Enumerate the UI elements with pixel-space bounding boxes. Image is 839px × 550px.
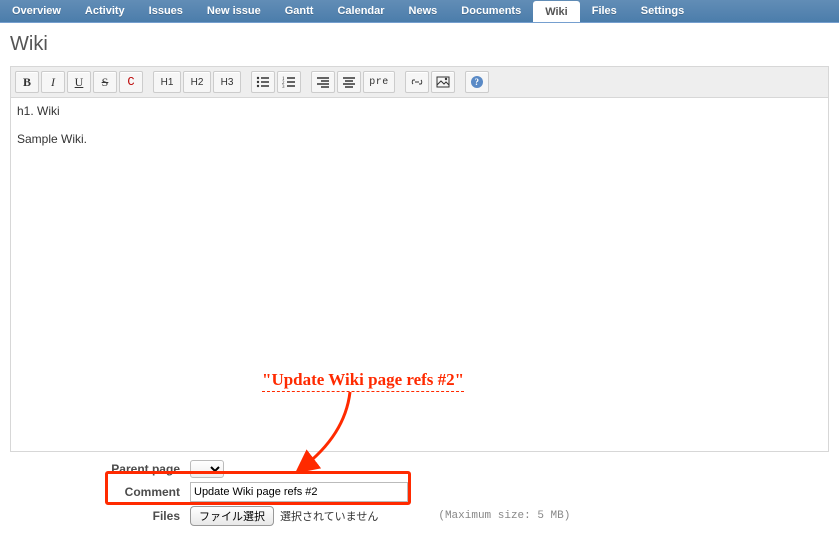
bold-button[interactable]: B xyxy=(15,71,39,93)
comment-input[interactable] xyxy=(190,482,408,502)
image-button[interactable] xyxy=(431,71,455,93)
files-label: Files xyxy=(10,509,190,523)
ol-icon: 123 xyxy=(282,75,296,89)
ul-icon xyxy=(256,75,270,89)
svg-text:?: ? xyxy=(475,77,480,87)
tab-new-issue[interactable]: New issue xyxy=(195,0,273,22)
svg-text:3: 3 xyxy=(282,85,285,89)
align-center-icon xyxy=(342,75,356,89)
comment-label: Comment xyxy=(10,485,190,499)
project-tabs: OverviewActivityIssuesNew issueGanttCale… xyxy=(0,0,839,23)
wiki-editor: BIUSC H1H2H3 123 pre? xyxy=(10,66,829,452)
tab-documents[interactable]: Documents xyxy=(449,0,533,22)
tab-issues[interactable]: Issues xyxy=(137,0,195,22)
tab-calendar[interactable]: Calendar xyxy=(325,0,396,22)
parent-page-select[interactable] xyxy=(190,460,224,478)
file-size-hint: (Maximum size: 5 MB) xyxy=(438,510,570,522)
image-icon xyxy=(436,75,450,89)
inline-code-button[interactable]: C xyxy=(119,71,143,93)
toolbar-group: H1H2H3 xyxy=(153,71,241,93)
toolbar-group: pre xyxy=(311,71,395,93)
link-button[interactable] xyxy=(405,71,429,93)
wiki-content-textarea[interactable] xyxy=(11,98,828,448)
help-icon: ? xyxy=(470,75,484,89)
tab-news[interactable]: News xyxy=(397,0,450,22)
align-center-button[interactable] xyxy=(337,71,361,93)
file-status-text: 選択されていません xyxy=(280,508,378,524)
heading2-button[interactable]: H2 xyxy=(183,71,211,93)
toolbar-group: BIUSC xyxy=(15,71,143,93)
heading3-button[interactable]: H3 xyxy=(213,71,241,93)
unordered-list-button[interactable] xyxy=(251,71,275,93)
ordered-list-button[interactable]: 123 xyxy=(277,71,301,93)
tab-files[interactable]: Files xyxy=(580,0,629,22)
underline-button[interactable]: U xyxy=(67,71,91,93)
preformatted-button[interactable]: pre xyxy=(363,71,395,93)
heading1-button[interactable]: H1 xyxy=(153,71,181,93)
parent-page-label: Parent page xyxy=(10,462,190,476)
tab-settings[interactable]: Settings xyxy=(629,0,696,22)
align-right-button[interactable] xyxy=(311,71,335,93)
toolbar-group xyxy=(405,71,455,93)
align-right-icon xyxy=(316,75,330,89)
tab-wiki[interactable]: Wiki xyxy=(533,1,580,22)
page-title: Wiki xyxy=(10,33,829,56)
toolbar-group: ? xyxy=(465,71,489,93)
help-button[interactable]: ? xyxy=(465,71,489,93)
file-choose-button[interactable]: ファイル選択 xyxy=(190,506,274,526)
strike-button[interactable]: S xyxy=(93,71,117,93)
tab-overview[interactable]: Overview xyxy=(0,0,73,22)
tab-activity[interactable]: Activity xyxy=(73,0,137,22)
toolbar-group: 123 xyxy=(251,71,301,93)
editor-toolbar: BIUSC H1H2H3 123 pre? xyxy=(11,67,828,98)
tab-gantt[interactable]: Gantt xyxy=(273,0,326,22)
italic-button[interactable]: I xyxy=(41,71,65,93)
link-icon xyxy=(410,75,424,89)
